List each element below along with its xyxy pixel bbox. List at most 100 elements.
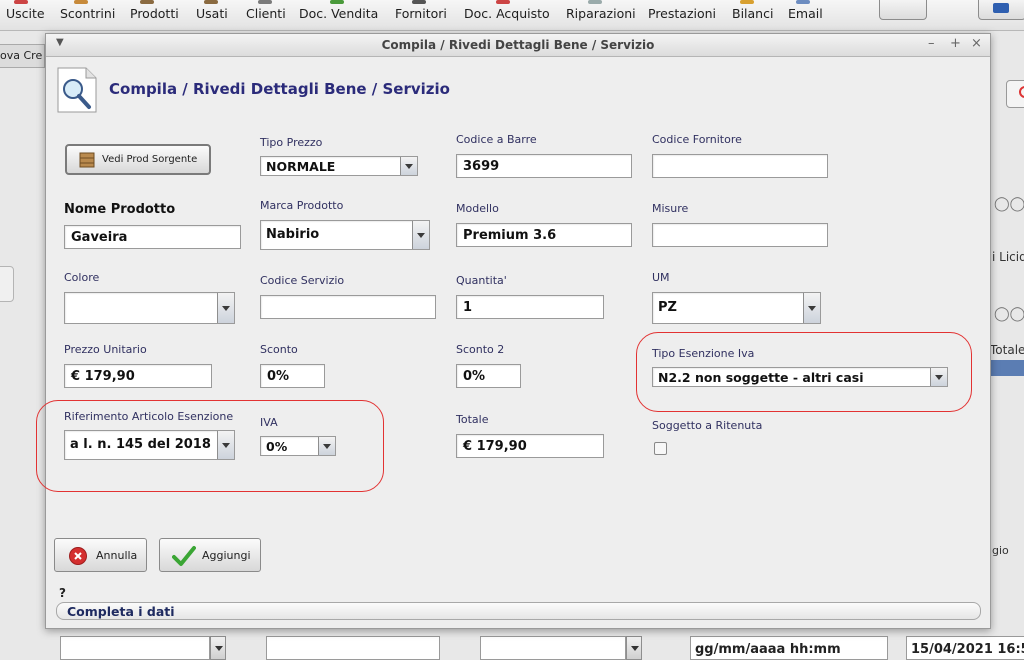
chevron-down-icon[interactable]	[412, 221, 429, 249]
email-icon	[796, 0, 810, 4]
calculator-icon	[993, 3, 1009, 13]
nome-prodotto-field[interactable]: Gaveira	[64, 225, 241, 249]
menu-prestazioni[interactable]: Prestazioni	[648, 6, 716, 21]
codice-fornitore-label: Codice Fornitore	[652, 133, 742, 146]
doc-acquisto-icon	[496, 0, 510, 4]
marca-prodotto-select[interactable]: Nabirio	[260, 220, 430, 250]
totale-label: Totale	[456, 413, 489, 426]
minimize-button[interactable]: –	[928, 36, 935, 51]
background-right-button[interactable]	[1006, 80, 1024, 108]
background-totale-label: Totale	[990, 343, 1024, 357]
main-menubar: Uscite Scontrini Prodotti Usati Clienti …	[0, 0, 1024, 31]
doc-vendita-icon	[330, 0, 344, 4]
menu-fornitori[interactable]: Fornitori	[395, 6, 447, 21]
prodotti-icon	[140, 0, 154, 4]
annulla-label: Annulla	[96, 549, 138, 562]
menu-scontrini[interactable]: Scontrini	[60, 6, 115, 21]
background-licid-label: i Licid	[992, 250, 1024, 264]
toolbar-print-button[interactable]	[879, 0, 927, 20]
riferimento-esenzione-select[interactable]: a l. n. 145 del 2018	[64, 430, 235, 460]
chevron-down-icon[interactable]	[217, 293, 234, 323]
riparazioni-icon	[588, 0, 602, 4]
totale-field[interactable]: € 179,90	[456, 434, 604, 458]
chevron-down-icon[interactable]	[803, 293, 820, 323]
sconto-label: Sconto	[260, 343, 298, 356]
background-datetime-field[interactable]: 15/04/2021 16:5	[906, 636, 1024, 660]
tipo-esenzione-iva-label: Tipo Esenzione Iva	[652, 347, 755, 360]
menu-usati[interactable]: Usati	[196, 6, 228, 21]
maximize-button[interactable]: +	[950, 36, 961, 51]
fornitori-icon	[412, 0, 426, 4]
checkmark-icon	[172, 545, 196, 567]
aggiungi-button[interactable]: Aggiungi	[159, 538, 261, 572]
codice-barre-field[interactable]: 3699	[456, 154, 632, 178]
uscite-icon	[14, 0, 28, 4]
bilanci-icon	[740, 0, 754, 4]
status-message: Completa i dati	[67, 604, 175, 619]
background-selected-row	[990, 360, 1024, 376]
status-bar: Completa i dati	[56, 602, 981, 620]
annulla-button[interactable]: Annulla	[54, 538, 147, 572]
misure-label: Misure	[652, 202, 689, 215]
close-button[interactable]: ×	[971, 36, 982, 51]
window-title: Compila / Rivedi Dettagli Bene / Servizi…	[381, 38, 655, 52]
soggetto-ritenuta-label: Soggetto a Ritenuta	[652, 419, 763, 432]
prezzo-unitario-label: Prezzo Unitario	[64, 343, 147, 356]
marca-prodotto-value: Nabirio	[266, 227, 320, 242]
scontrini-icon	[74, 0, 88, 4]
nome-prodotto-label: Nome Prodotto	[64, 202, 176, 217]
chevron-down-icon[interactable]	[400, 157, 417, 175]
um-select[interactable]: PZ	[652, 292, 821, 324]
sconto-field[interactable]: 0%	[260, 364, 325, 388]
quantita-field[interactable]: 1	[456, 295, 604, 319]
menu-doc-acquisto[interactable]: Doc. Acquisto	[464, 6, 550, 21]
misure-field[interactable]	[652, 223, 828, 247]
modello-label: Modello	[456, 202, 499, 215]
menu-email[interactable]: Email	[788, 6, 823, 21]
marca-prodotto-label: Marca Prodotto	[260, 199, 344, 212]
toolbar-calculator-button[interactable]	[978, 0, 1024, 20]
background-combo-3-button[interactable]	[626, 636, 642, 660]
dialog-titlebar[interactable]: ▼ Compila / Rivedi Dettagli Bene / Servi…	[46, 34, 990, 57]
sconto2-field[interactable]: 0%	[456, 364, 521, 388]
menu-riparazioni[interactable]: Riparazioni	[566, 6, 636, 21]
clienti-icon	[258, 0, 272, 4]
menu-clienti[interactable]: Clienti	[246, 6, 286, 21]
background-combo-1-button[interactable]	[210, 636, 226, 660]
menu-doc-vendita[interactable]: Doc. Vendita	[299, 6, 378, 21]
magnifier-document-icon	[52, 64, 100, 114]
background-tab[interactable]: ova Cre	[0, 44, 45, 68]
menu-bilanci[interactable]: Bilanci	[732, 6, 773, 21]
cancel-icon	[69, 547, 87, 565]
background-field-1[interactable]	[60, 636, 210, 660]
status-question-mark: ?	[59, 586, 66, 600]
vedi-prod-sorgente-button[interactable]: Vedi Prod Sorgente	[65, 144, 211, 175]
colore-select[interactable]	[64, 292, 235, 324]
background-field-3[interactable]	[480, 636, 626, 660]
soggetto-ritenuta-checkbox[interactable]	[654, 442, 667, 455]
chevron-down-icon[interactable]	[318, 437, 335, 455]
menu-uscite[interactable]: Uscite	[6, 6, 45, 21]
background-glasses-icon-2: ◯◯	[994, 306, 1024, 322]
quantita-label: Quantita'	[456, 274, 507, 287]
chevron-down-icon[interactable]	[217, 431, 234, 459]
background-field-2[interactable]	[266, 636, 440, 660]
sconto2-label: Sconto 2	[456, 343, 505, 356]
background-left-control[interactable]	[0, 266, 14, 302]
tipo-esenzione-iva-select[interactable]: N2.2 non soggette - altri casi	[652, 367, 948, 387]
aggiungi-label: Aggiungi	[202, 549, 251, 562]
colore-label: Colore	[64, 271, 100, 284]
background-date-field[interactable]: gg/mm/aaaa hh:mm	[690, 636, 888, 660]
background-bottom-row: gg/mm/aaaa hh:mm 15/04/2021 16:5	[0, 628, 1024, 660]
detail-dialog: ▼ Compila / Rivedi Dettagli Bene / Servi…	[36, 33, 991, 629]
codice-servizio-field[interactable]	[260, 295, 436, 319]
chevron-down-icon[interactable]	[930, 368, 947, 386]
dialog-header-title: Compila / Rivedi Dettagli Bene / Servizi…	[109, 80, 450, 98]
tipo-prezzo-select[interactable]: NORMALE	[260, 156, 418, 176]
boxes-icon	[79, 152, 95, 168]
codice-fornitore-field[interactable]	[652, 154, 828, 178]
prezzo-unitario-field[interactable]: € 179,90	[64, 364, 212, 388]
iva-select[interactable]: 0%	[260, 436, 336, 456]
menu-prodotti[interactable]: Prodotti	[130, 6, 179, 21]
modello-field[interactable]: Premium 3.6	[456, 223, 632, 247]
